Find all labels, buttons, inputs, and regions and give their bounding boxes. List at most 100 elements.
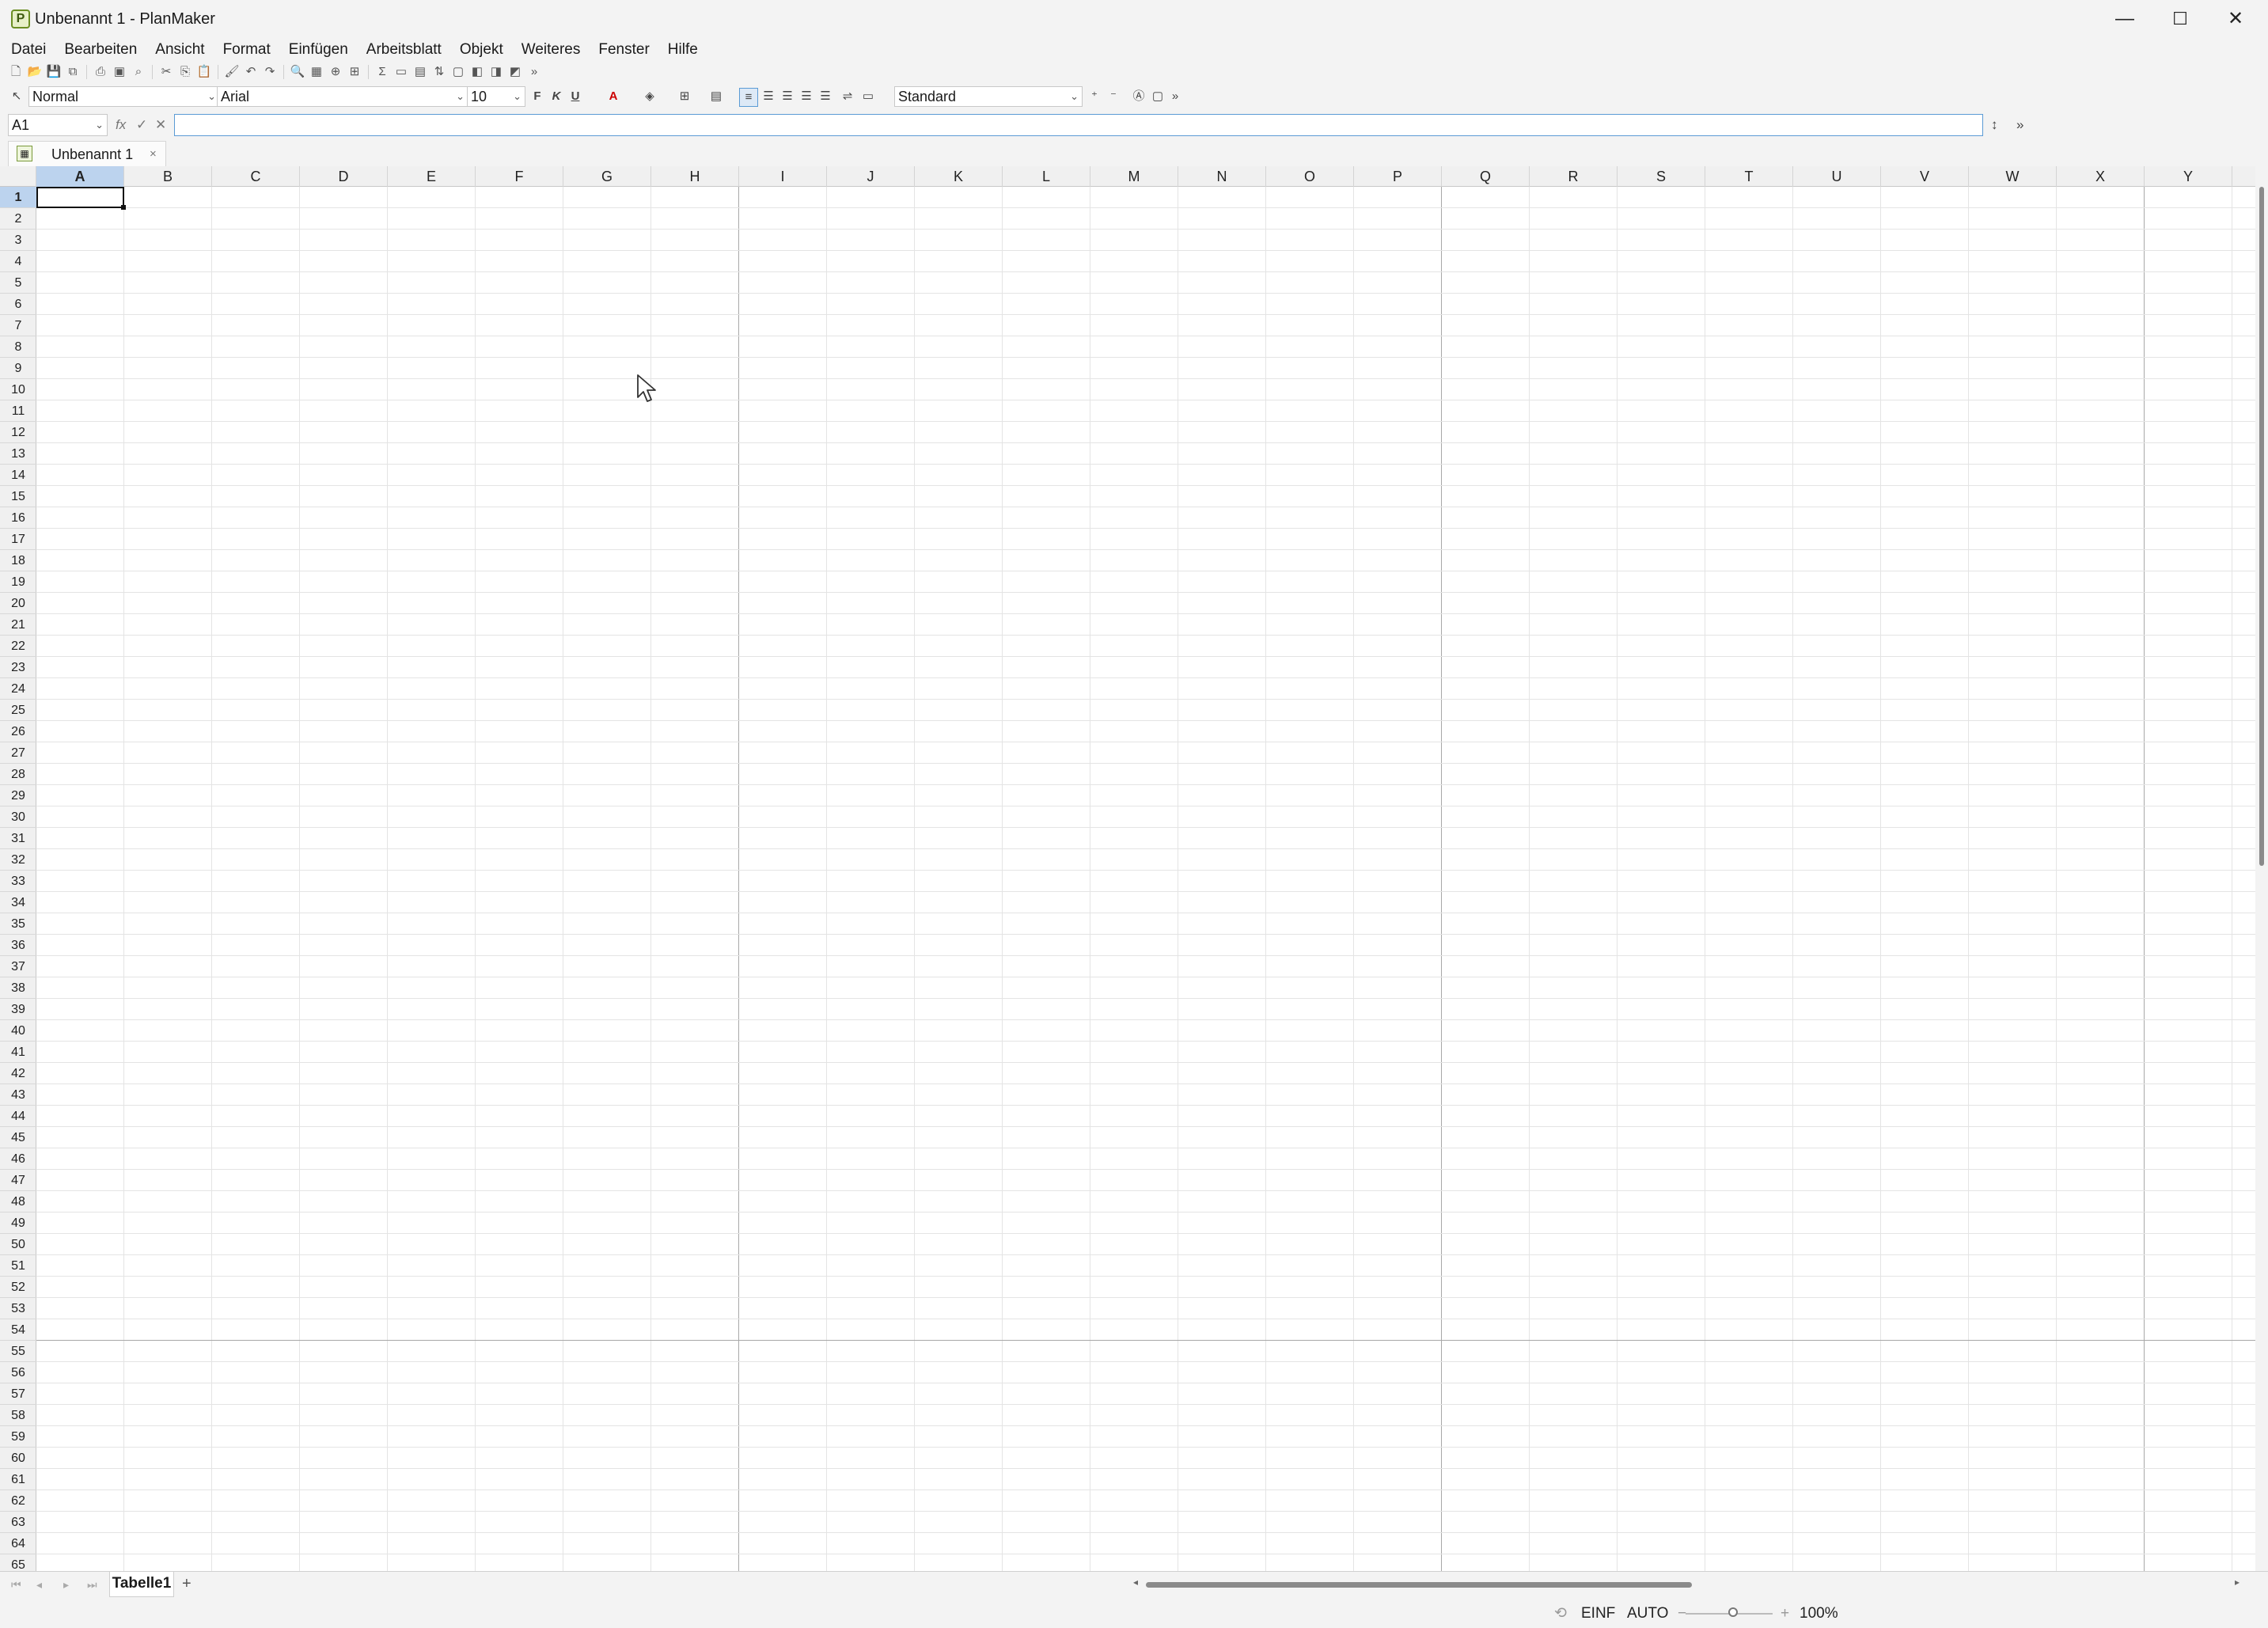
new-document-icon[interactable]: 🗋	[8, 64, 24, 80]
row-header-22[interactable]: 22	[0, 636, 36, 657]
bold-button[interactable]: F	[529, 88, 546, 105]
row-header-4[interactable]: 4	[0, 251, 36, 272]
row-header-29[interactable]: 29	[0, 785, 36, 806]
column-header-e[interactable]: E	[388, 166, 476, 187]
pointer-icon[interactable]: ↖	[8, 88, 25, 105]
row-header-21[interactable]: 21	[0, 614, 36, 636]
row-header-60[interactable]: 60	[0, 1448, 36, 1469]
insert-chart-icon[interactable]: ▭	[393, 64, 409, 80]
row-header-58[interactable]: 58	[0, 1405, 36, 1426]
menu-objekt[interactable]: Objekt	[450, 39, 512, 61]
column-header-l[interactable]: L	[1003, 166, 1090, 187]
fill-handle[interactable]	[121, 205, 126, 210]
row-header-23[interactable]: 23	[0, 657, 36, 678]
close-tab-icon[interactable]: ×	[150, 145, 157, 164]
column-header-h[interactable]: H	[651, 166, 739, 187]
row-header-59[interactable]: 59	[0, 1426, 36, 1448]
column-header-u[interactable]: U	[1793, 166, 1881, 187]
row-header-54[interactable]: 54	[0, 1319, 36, 1341]
cell-reference-box[interactable]: A1 ⌄	[8, 114, 108, 136]
row-header-28[interactable]: 28	[0, 764, 36, 785]
menu-ansicht[interactable]: Ansicht	[146, 39, 213, 61]
column-header-c[interactable]: C	[212, 166, 300, 187]
vertical-scroll-thumb[interactable]	[2259, 187, 2264, 866]
font-size-select[interactable]: 10 ⌄	[467, 86, 525, 107]
row-header-14[interactable]: 14	[0, 465, 36, 486]
row-header-1[interactable]: 1	[0, 187, 36, 208]
table-icon[interactable]: ⊞	[347, 64, 362, 80]
row-header-31[interactable]: 31	[0, 828, 36, 849]
column-header-d[interactable]: D	[300, 166, 388, 187]
row-header-46[interactable]: 46	[0, 1148, 36, 1170]
cell-area[interactable]	[36, 187, 2255, 1571]
scenario-icon[interactable]: ◨	[488, 64, 504, 80]
horizontal-scrollbar[interactable]: ◂ ▸	[1130, 1575, 2246, 1594]
column-header-n[interactable]: N	[1178, 166, 1266, 187]
font-color-icon[interactable]: A	[605, 88, 622, 105]
row-header-53[interactable]: 53	[0, 1298, 36, 1319]
row-header-52[interactable]: 52	[0, 1277, 36, 1298]
row-header-36[interactable]: 36	[0, 935, 36, 956]
decrease-decimal-icon[interactable]: ⁻	[1105, 88, 1122, 105]
scroll-left-icon[interactable]: ◂	[1133, 1577, 1138, 1588]
row-header-56[interactable]: 56	[0, 1362, 36, 1383]
prev-sheet-icon[interactable]: ◂	[36, 1578, 42, 1592]
paste-icon[interactable]: 📋	[196, 64, 212, 80]
cell-style-icon[interactable]: ▦	[309, 64, 324, 80]
expand-formula-icon[interactable]: ↕	[1991, 116, 1998, 135]
row-header-57[interactable]: 57	[0, 1383, 36, 1405]
cancel-icon[interactable]: ✕	[155, 116, 166, 135]
column-header-f[interactable]: F	[476, 166, 563, 187]
select-all-corner[interactable]	[0, 166, 36, 187]
sort-icon[interactable]: ⇅	[431, 64, 447, 80]
selected-cell[interactable]	[36, 187, 124, 208]
row-header-30[interactable]: 30	[0, 806, 36, 828]
row-header-11[interactable]: 11	[0, 400, 36, 422]
undo-icon[interactable]: ↶	[243, 64, 259, 80]
sum-icon[interactable]: Σ	[374, 64, 390, 80]
borders-icon[interactable]: ⊞	[676, 88, 693, 105]
row-header-6[interactable]: 6	[0, 294, 36, 315]
wrap-text-icon[interactable]: ⇌	[839, 88, 856, 105]
row-header-32[interactable]: 32	[0, 849, 36, 871]
save-as-icon[interactable]: ⧉	[65, 64, 81, 80]
italic-button[interactable]: K	[548, 88, 565, 105]
row-header-35[interactable]: 35	[0, 913, 36, 935]
filter-icon[interactable]: ▤	[412, 64, 428, 80]
underline-button[interactable]: U	[567, 88, 584, 105]
row-header-55[interactable]: 55	[0, 1341, 36, 1362]
row-header-18[interactable]: 18	[0, 550, 36, 571]
align-right-icon[interactable]: ☰	[798, 88, 815, 105]
column-header-m[interactable]: M	[1090, 166, 1178, 187]
row-header-44[interactable]: 44	[0, 1106, 36, 1127]
column-header-y[interactable]: Y	[2145, 166, 2232, 187]
row-header-48[interactable]: 48	[0, 1191, 36, 1212]
conditional-format-icon[interactable]: ▤	[707, 88, 725, 105]
column-header-a[interactable]: A	[36, 166, 124, 187]
row-header-2[interactable]: 2	[0, 208, 36, 230]
align-left-icon[interactable]: ☰	[760, 88, 777, 105]
font-select[interactable]: Arial ⌄	[217, 86, 468, 107]
function-wizard-icon[interactable]: fx	[116, 116, 126, 135]
spreadsheet-grid[interactable]: ABCDEFGHIJKLMNOPQRSTUVWXY 1 2 3 4 5 6 7 8 9 10 11 1…	[0, 166, 2255, 1571]
column-header-w[interactable]: W	[1969, 166, 2057, 187]
increase-decimal-icon[interactable]: ⁺	[1086, 88, 1103, 105]
save-icon[interactable]: 💾	[46, 64, 62, 80]
format-painter-icon[interactable]: 🖌	[224, 64, 240, 80]
style-select[interactable]: Normal ⌄	[28, 86, 220, 107]
row-header-37[interactable]: 37	[0, 956, 36, 977]
scroll-right-icon[interactable]: ▸	[2235, 1577, 2240, 1588]
formula-input[interactable]	[174, 114, 1983, 136]
column-header-x[interactable]: X	[2057, 166, 2145, 187]
open-folder-icon[interactable]: 📂	[27, 64, 43, 80]
column-header-g[interactable]: G	[563, 166, 651, 187]
goal-seek-icon[interactable]: ◩	[507, 64, 523, 80]
search-icon[interactable]: 🔍	[290, 64, 305, 80]
row-header-64[interactable]: 64	[0, 1533, 36, 1554]
row-header-62[interactable]: 62	[0, 1490, 36, 1512]
column-header-t[interactable]: T	[1705, 166, 1793, 187]
menu-weiteres[interactable]: Weiteres	[512, 39, 590, 61]
row-header-27[interactable]: 27	[0, 742, 36, 764]
document-tab[interactable]: ▦ Unbenannt 1 ×	[8, 141, 166, 166]
menu-datei[interactable]: Datei	[0, 39, 55, 61]
